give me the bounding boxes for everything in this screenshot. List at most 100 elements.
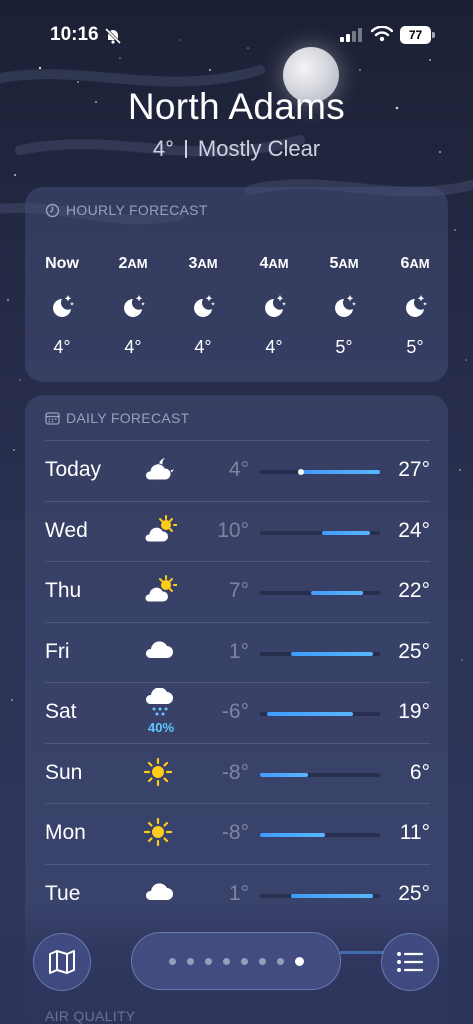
- hourly-time: 4AM: [244, 255, 304, 277]
- map-button[interactable]: [33, 933, 91, 991]
- cloud-moon-icon: [143, 454, 177, 488]
- hourly-item: Now 4°: [32, 255, 92, 358]
- low-temp: 10°: [217, 518, 249, 542]
- page-dot[interactable]: [276, 957, 284, 965]
- row-divider: [45, 682, 430, 683]
- page-dot[interactable]: [258, 957, 266, 965]
- temp-range-fill: [260, 833, 326, 837]
- row-divider: [45, 742, 430, 744]
- hourly-temp: 4°: [53, 337, 71, 357]
- temp-range-fill: [311, 591, 363, 595]
- daily-row[interactable]: Mon -8° 11°: [45, 803, 430, 863]
- precipitation-chance: 40%: [147, 720, 175, 735]
- day-label: Sun: [45, 760, 83, 784]
- daily-row[interactable]: Today 4° 27°: [45, 440, 430, 500]
- hourly-forecast-card[interactable]: HOURLY FORECAST Now 4° 2AM 4° 3AM 4° 4AM 4° 5AM 5…: [25, 187, 448, 382]
- temp-range-track: [260, 772, 380, 777]
- hourly-item: 4AM 4°: [244, 255, 304, 358]
- cloud-snow-icon: [143, 687, 177, 722]
- day-label: Mon: [45, 821, 86, 844]
- day-label: Sat: [45, 700, 77, 723]
- hourly-temp: 4°: [124, 337, 142, 357]
- high-temp: 22°: [398, 579, 430, 602]
- low-temp: 4°: [228, 458, 249, 481]
- temp-range-fill: [266, 712, 353, 716]
- temp-range-fill: [260, 772, 308, 777]
- temp-range-track: [260, 651, 380, 656]
- hourly-temp: 5°: [406, 337, 424, 357]
- moon-stars-icon: [173, 293, 233, 321]
- temp-range-fill: [290, 651, 374, 656]
- moon-stars-icon: [32, 293, 92, 321]
- daily-row[interactable]: Sun -8° 6°: [45, 742, 430, 803]
- page-dot[interactable]: [204, 957, 212, 965]
- temp-range-track: [260, 712, 380, 716]
- daily-row[interactable]: Thu 7° 22°: [45, 561, 430, 621]
- hourly-time-value: 2: [118, 255, 128, 272]
- separator: [184, 140, 187, 158]
- high-temp: 24°: [398, 518, 430, 542]
- hourly-time-value: 3: [188, 255, 198, 272]
- moon-stars-icon: [314, 293, 374, 321]
- low-temp: -8°: [221, 821, 249, 844]
- cloud-sun-icon: [143, 575, 178, 609]
- page-dot[interactable]: [222, 957, 230, 965]
- hourly-temp: 5°: [335, 337, 353, 357]
- hourly-item: 2AM 4°: [103, 255, 163, 358]
- hourly-time: 2AM: [103, 255, 163, 277]
- day-label: Today: [45, 458, 102, 481]
- page-dot[interactable]: [186, 957, 194, 965]
- high-temp: 25°: [398, 881, 430, 905]
- low-temp: -6°: [221, 700, 249, 723]
- page-dot[interactable]: [240, 957, 248, 965]
- daily-row[interactable]: Sat 40% -6° 19°: [45, 682, 430, 742]
- bell-slash-icon: [104, 27, 122, 45]
- temp-range-track: [260, 893, 380, 898]
- moon-stars-icon: [385, 293, 445, 321]
- hourly-time-suffix: AM: [268, 256, 289, 271]
- page-indicator[interactable]: [131, 932, 341, 990]
- temp-range-fill: [290, 893, 374, 898]
- hourly-time: 3AM: [173, 255, 233, 277]
- battery-tip: [432, 32, 435, 38]
- row-divider: [45, 440, 430, 441]
- moon-stars-icon: [103, 293, 163, 321]
- temp-range-track: [260, 530, 380, 535]
- status-bar: 10:16 77: [0, 22, 473, 50]
- list-icon: [397, 952, 424, 972]
- temp-range-track: [260, 833, 380, 837]
- day-label: Fri: [45, 639, 70, 663]
- status-time: 10:16: [50, 24, 99, 45]
- low-temp: -8°: [221, 760, 249, 784]
- day-label: Tue: [45, 881, 81, 905]
- condition-text: Mostly Clear: [197, 136, 321, 161]
- battery-level: 77: [400, 26, 431, 44]
- hourly-time-value: 6: [400, 255, 410, 272]
- sun-icon: [143, 817, 177, 851]
- hourly-time: 6AM: [385, 255, 445, 277]
- row-divider: [45, 803, 430, 804]
- current-conditions: 4° Mostly Clear: [0, 136, 473, 162]
- high-temp: 27°: [398, 458, 430, 481]
- daily-row[interactable]: Wed 10° 24°: [45, 500, 430, 561]
- temp-range-track: [260, 469, 380, 475]
- hourly-title-label: HOURLY FORECAST: [66, 202, 208, 218]
- calendar-icon: [45, 412, 60, 425]
- hourly-time: Now: [32, 255, 92, 277]
- city-name: North Adams: [127, 86, 346, 127]
- daily-title-label: DAILY FORECAST: [66, 410, 190, 426]
- hourly-item: 3AM 4°: [173, 255, 233, 358]
- temp-range-track: [260, 591, 380, 595]
- daily-row[interactable]: Fri 1° 25°: [45, 621, 430, 682]
- high-temp: 11°: [399, 821, 430, 844]
- page-dot[interactable]: [168, 957, 176, 965]
- temp-range-fill: [301, 470, 380, 474]
- low-temp: 1°: [228, 881, 249, 905]
- hourly-time-suffix: AM: [409, 256, 430, 271]
- air-quality-title: AIR QUALITY: [45, 1008, 136, 1024]
- hourly-temp: 4°: [265, 337, 283, 357]
- hourly-time-value: 5: [329, 255, 339, 272]
- hourly-time-value: 4: [259, 255, 269, 272]
- page-dot-active[interactable]: [294, 956, 304, 966]
- list-button[interactable]: [381, 933, 439, 991]
